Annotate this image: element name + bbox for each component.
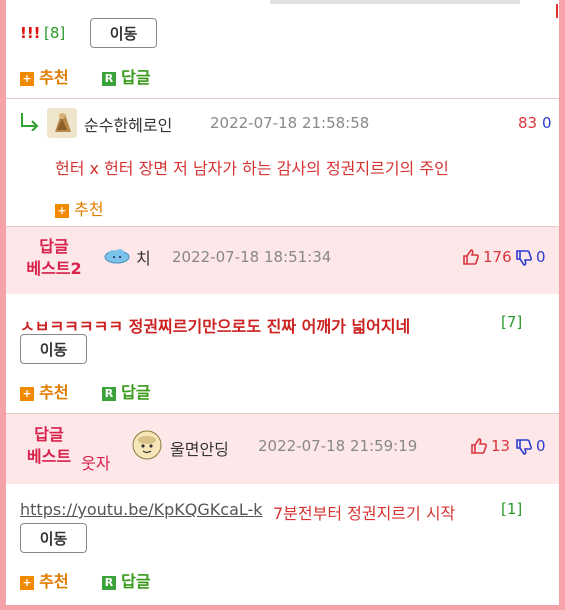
reply-arrow-icon <box>21 113 39 131</box>
recommend-label: 추천 <box>74 200 104 219</box>
page-frame-bottom <box>0 605 565 610</box>
plus-square-icon: + <box>20 575 34 590</box>
page-frame-right <box>559 0 565 610</box>
thumbs-up-icon[interactable] <box>462 248 480 266</box>
down-count: 0 <box>536 248 546 266</box>
avatar[interactable] <box>47 108 77 138</box>
reply-count[interactable]: [1] <box>501 500 522 518</box>
reply-button[interactable]: R 답글 <box>102 64 151 88</box>
plus-square-icon: + <box>20 386 34 401</box>
reply-count[interactable]: [7] <box>501 313 522 331</box>
recommend-label: 추천 <box>39 383 69 402</box>
datetime: 2022-07-18 18:51:34 <box>172 248 332 266</box>
comment-content: 헌터 x 헌터 장면 저 남자가 하는 감사의 정권지르기의 주인 <box>55 159 449 178</box>
reply-square-icon: R <box>102 386 116 401</box>
best-label-line1: 답글 <box>39 237 69 256</box>
nickname[interactable]: 순수한헤로인 <box>84 112 172 136</box>
reply-label: 답글 <box>121 572 151 591</box>
best-label-line1: 답글 <box>34 425 64 444</box>
up-count: 176 <box>483 248 512 266</box>
best-label-line2: 베스트2 <box>26 259 82 278</box>
move-button[interactable]: 이동 <box>90 18 157 48</box>
best-label: 답글 베스트2 <box>14 236 94 280</box>
move-button[interactable]: 이동 <box>20 334 87 364</box>
plus-square-icon: + <box>55 203 69 218</box>
youtube-link[interactable]: https://youtu.be/KpKQGKcaL-k <box>20 500 263 519</box>
best-label: 답글 베스트 <box>14 424 84 468</box>
move-button[interactable]: 이동 <box>20 523 87 553</box>
reply-button[interactable]: R 답글 <box>102 379 151 403</box>
up-count: 83 <box>518 114 538 132</box>
recommend-label: 추천 <box>39 68 69 87</box>
page-frame-left <box>0 0 6 610</box>
recommend-button[interactable]: + 추천 <box>20 568 69 592</box>
recommend-button[interactable]: + 추천 <box>55 196 104 220</box>
cloud-avatar-icon[interactable] <box>104 248 130 264</box>
plus-square-icon: + <box>20 71 34 86</box>
nickname[interactable]: 치 <box>136 245 151 269</box>
best-label-line2: 베스트 <box>26 447 72 466</box>
reply-label: 답글 <box>121 68 151 87</box>
best-sub-label: 웃자 <box>81 454 111 473</box>
down-count: 0 <box>536 437 546 455</box>
thumbs-up-icon[interactable] <box>470 437 488 455</box>
datetime: 2022-07-18 21:58:58 <box>210 114 370 132</box>
up-count: 13 <box>491 437 511 455</box>
nickname[interactable]: 울면안딩 <box>170 436 229 460</box>
divider <box>6 98 559 99</box>
image-fragment <box>270 0 520 4</box>
reply-square-icon: R <box>102 71 116 86</box>
thumbs-down-icon[interactable] <box>515 249 533 267</box>
thumbs-down-icon[interactable] <box>515 438 533 456</box>
reply-button[interactable]: R 답글 <box>102 568 151 592</box>
reply-count[interactable]: [8] <box>44 24 65 42</box>
scrollbar-mark <box>556 4 558 18</box>
recommend-button[interactable]: + 추천 <box>20 64 69 88</box>
down-count: 0 <box>542 114 552 132</box>
avatar[interactable] <box>132 430 162 460</box>
reply-label: 답글 <box>121 383 151 402</box>
recommend-label: 추천 <box>39 572 69 591</box>
reply-square-icon: R <box>102 575 116 590</box>
comment-content: 7분전부터 정권지르기 시작 <box>273 504 456 523</box>
datetime: 2022-07-18 21:59:19 <box>258 437 418 455</box>
recommend-button[interactable]: + 추천 <box>20 379 69 403</box>
exclaim-text: !!! <box>20 24 41 42</box>
